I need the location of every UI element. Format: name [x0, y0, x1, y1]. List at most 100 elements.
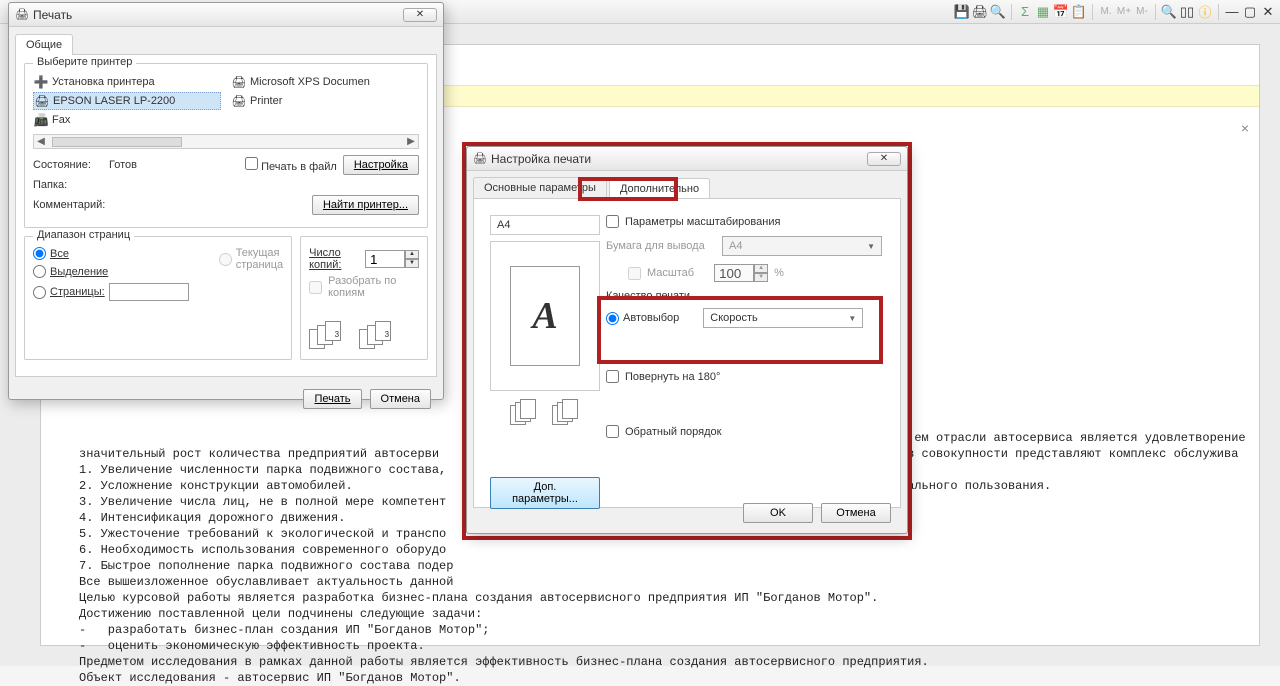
copies-input[interactable]	[365, 250, 405, 268]
ok-button[interactable]: OK	[743, 503, 813, 523]
printer-icon: 🖨	[232, 94, 246, 108]
range-pages-radio[interactable]	[33, 286, 46, 299]
grid-icon[interactable]: ▦	[1035, 4, 1051, 20]
tab-main-params[interactable]: Основные параметры	[473, 177, 607, 198]
calendar2-icon[interactable]: 📋	[1071, 4, 1087, 20]
pages-input[interactable]	[109, 283, 189, 301]
settings-titlebar: 🖨 Настройка печати ✕	[467, 147, 907, 171]
thumb-normal[interactable]	[510, 399, 538, 427]
info-icon[interactable]: ⓘ	[1197, 4, 1213, 20]
settings-tab-body: A4 A Доп. параметры... Параметры масштаб…	[473, 198, 901, 508]
printer-icon: 🖨	[473, 152, 487, 166]
preview-column: A4 A Доп. параметры...	[490, 215, 600, 509]
quality-select[interactable]: Скорость▼	[703, 308, 863, 328]
m-plus-icon[interactable]: M+	[1116, 4, 1132, 20]
printer-label: Fax	[52, 114, 70, 126]
scroll-right-icon[interactable]: ▶	[404, 136, 418, 147]
comment-label: Комментарий:	[33, 199, 105, 211]
print-tab-body: Выберите принтер ➕Установка принтера 🖨 Mi…	[15, 54, 437, 377]
scale-params-label: Параметры масштабирования	[625, 216, 780, 228]
printer-item-printer[interactable]: 🖨 Printer	[231, 92, 419, 110]
cancel-button[interactable]: Отмена	[370, 389, 431, 409]
printer-item-epson[interactable]: 🖨 EPSON LASER LP-2200	[33, 92, 221, 110]
cancel-button[interactable]: Отмена	[821, 503, 891, 523]
quality-section-label: Качество печати	[606, 290, 884, 302]
printer-label: EPSON LASER LP-2200	[53, 95, 175, 107]
scale-checkbox	[628, 267, 641, 280]
additional-params-button[interactable]: Доп. параметры...	[490, 477, 600, 509]
range-cur-label: Текущая страница	[236, 247, 283, 271]
columns-icon[interactable]: ▯▯	[1179, 4, 1195, 20]
spin-up-icon: ▲	[754, 264, 768, 273]
calendar-icon[interactable]: 📅	[1053, 4, 1069, 20]
scale-label: Масштаб	[647, 267, 694, 279]
add-printer-icon: ➕	[34, 75, 48, 89]
rotate-checkbox[interactable]	[606, 370, 619, 383]
collate-preview: 123 123	[309, 321, 419, 351]
printer-group: Выберите принтер ➕Установка принтера 🖨Mi…	[24, 63, 428, 228]
doc-close-icon[interactable]: ×	[1241, 120, 1249, 136]
scroll-left-icon[interactable]: ◀	[34, 136, 48, 147]
range-sel-label: Выделение	[50, 266, 108, 278]
m-half-icon[interactable]: M.	[1098, 4, 1114, 20]
find-printer-button[interactable]: Найти принтер...	[312, 195, 419, 215]
settings-tabs: Основные параметры Дополнительно	[467, 171, 907, 198]
printer-item-xps[interactable]: 🖨 Microsoft XPS Documen	[231, 74, 419, 90]
thumb-reverse[interactable]	[552, 399, 580, 427]
reverse-checkbox[interactable]	[606, 425, 619, 438]
preview-icon[interactable]: 🔍	[990, 4, 1006, 20]
maximize-icon[interactable]: ▢	[1242, 4, 1258, 20]
to-file-checkbox[interactable]: Печать в файл	[245, 157, 337, 173]
collate-checkbox	[309, 281, 322, 294]
settings-button[interactable]: Настройка	[343, 155, 419, 175]
copies-label: Число копий:	[309, 247, 359, 271]
printer-icon: 🖨	[15, 8, 29, 22]
m-minus-icon[interactable]: M-	[1134, 4, 1150, 20]
quality-auto-label: Автовыбор	[623, 312, 679, 324]
tab-general[interactable]: Общие	[15, 34, 73, 55]
zoom-in-icon[interactable]: 🔍	[1161, 4, 1177, 20]
printer-icon: 🖨	[35, 94, 49, 108]
scroll-thumb[interactable]	[52, 137, 182, 147]
printer-list: ➕Установка принтера 🖨 Microsoft XPS Docum…	[33, 74, 419, 128]
printer-item-setup[interactable]: ➕Установка принтера	[33, 74, 221, 90]
copies-group: Число копий: ▲▼ Разобрать по копиям 123 …	[300, 236, 428, 360]
save-icon[interactable]: 💾	[954, 4, 970, 20]
range-title: Диапазон страниц	[33, 229, 134, 241]
settings-title: Настройка печати	[491, 152, 867, 166]
separator	[1011, 4, 1012, 20]
printer-scrollbar[interactable]: ◀ ▶	[33, 134, 419, 149]
minimize-icon[interactable]: —	[1224, 4, 1240, 20]
layout-thumbs	[490, 399, 600, 427]
quality-auto-radio[interactable]	[606, 312, 619, 325]
sum-icon[interactable]: Σ	[1017, 4, 1033, 20]
range-sel-radio[interactable]	[33, 265, 46, 278]
print-button[interactable]: Печать	[303, 389, 361, 409]
print-close-button[interactable]: ✕	[403, 8, 437, 22]
separator	[1155, 4, 1156, 20]
page-preview: A	[490, 241, 600, 391]
print-settings-dialog: 🖨 Настройка печати ✕ Основные параметры …	[466, 146, 908, 534]
options-column: Параметры масштабирования Бумага для выв…	[606, 215, 884, 509]
fax-icon: 📠	[34, 113, 48, 127]
to-file-label: Печать в файл	[261, 161, 337, 173]
printer-icon: 🖨	[232, 75, 246, 89]
range-all-radio[interactable]	[33, 247, 46, 260]
spin-down-icon[interactable]: ▼	[405, 259, 419, 268]
spin-down-icon: ▼	[754, 273, 768, 282]
print-titlebar: 🖨 Печать ✕	[9, 3, 443, 27]
tab-additional[interactable]: Дополнительно	[609, 178, 710, 199]
settings-close-button[interactable]: ✕	[867, 152, 901, 166]
print-tabs: Общие	[9, 27, 443, 54]
separator	[1218, 4, 1219, 20]
print-icon[interactable]: 🖨	[972, 4, 988, 20]
spin-up-icon[interactable]: ▲	[405, 250, 419, 259]
close-icon[interactable]: ✕	[1260, 4, 1276, 20]
output-paper-label: Бумага для вывода	[606, 240, 716, 252]
printer-label: Printer	[250, 95, 282, 107]
printer-label: Microsoft XPS Documen	[250, 76, 370, 88]
printer-group-title: Выберите принтер	[33, 56, 136, 68]
printer-item-fax[interactable]: 📠 Fax	[33, 112, 221, 128]
scale-params-checkbox[interactable]	[606, 215, 619, 228]
print-dialog: 🖨 Печать ✕ Общие Выберите принтер ➕Устан…	[8, 2, 444, 400]
